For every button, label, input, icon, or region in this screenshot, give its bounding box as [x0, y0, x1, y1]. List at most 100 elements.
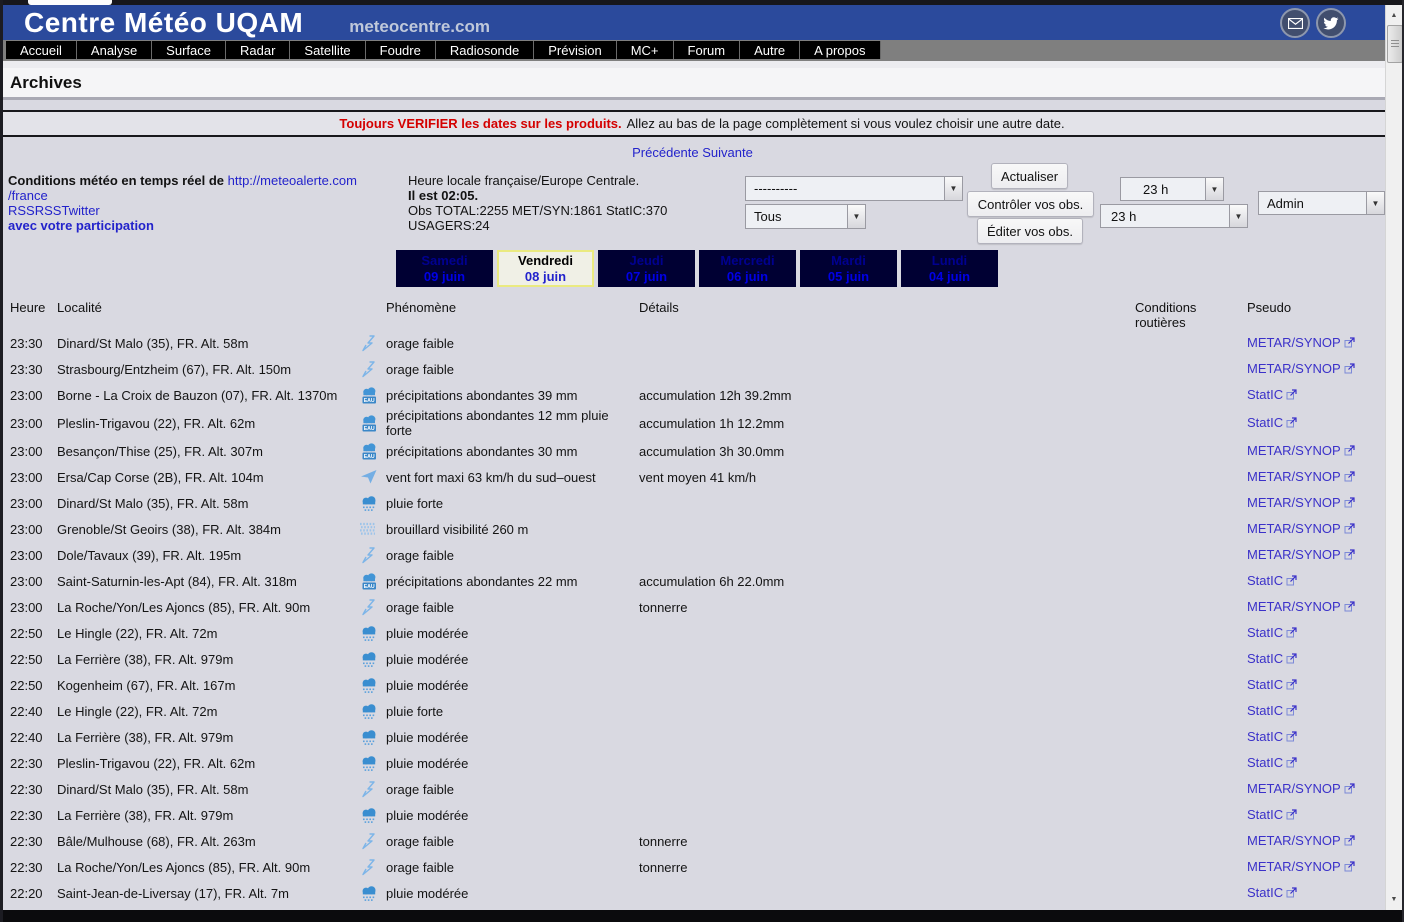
filter-select-empty[interactable]: ---------- ▼: [745, 176, 963, 201]
meteoalerte-link[interactable]: http://meteoalerte.com: [228, 173, 357, 188]
tab-date-label: 09 juin: [424, 269, 465, 285]
nav-tab-foudre[interactable]: Foudre: [366, 41, 436, 59]
pseudo-link[interactable]: METAR/SYNOP: [1247, 443, 1341, 458]
nav-tab-autre[interactable]: Autre: [740, 41, 800, 59]
pseudo-link[interactable]: METAR/SYNOP: [1247, 859, 1341, 874]
email-icon[interactable]: [1280, 8, 1310, 38]
obs-pseudo: StatIC: [1247, 807, 1385, 823]
nav-tab-radiosonde[interactable]: Radiosonde: [436, 41, 534, 59]
pseudo-link[interactable]: StatIC: [1247, 387, 1283, 402]
svg-text:EAU: EAU: [364, 454, 375, 460]
link-twitter[interactable]: Twitter: [61, 203, 99, 218]
pseudo-link[interactable]: StatIC: [1247, 703, 1283, 718]
twitter-icon[interactable]: [1316, 8, 1346, 38]
wind-icon: [360, 469, 386, 485]
edit-obs-button[interactable]: Éditer vos obs.: [977, 218, 1083, 244]
pseudo-link[interactable]: StatIC: [1247, 755, 1283, 770]
hour-select-1[interactable]: 23 h ▼: [1120, 177, 1224, 201]
next-link[interactable]: Suivante: [702, 145, 753, 160]
pseudo-link[interactable]: METAR/SYNOP: [1247, 469, 1341, 484]
chevron-down-icon[interactable]: ▼: [847, 205, 865, 228]
scrollbar-up-arrow-icon[interactable]: ▲: [1386, 7, 1402, 24]
pseudo-link[interactable]: METAR/SYNOP: [1247, 335, 1341, 350]
header-phenomene: Phénomène: [386, 300, 639, 315]
obs-pseudo: StatIC: [1247, 677, 1385, 693]
chevron-down-icon[interactable]: ▼: [944, 177, 962, 200]
table-row: 22:30 Bâle/Mulhouse (68), FR. Alt. 263m …: [0, 828, 1385, 854]
nav-tab-a-propos[interactable]: A propos: [800, 41, 880, 59]
obs-pseudo: StatIC: [1247, 885, 1385, 901]
nav-tab-surface[interactable]: Surface: [152, 41, 226, 59]
chevron-down-icon[interactable]: ▼: [1366, 192, 1384, 214]
pseudo-link[interactable]: METAR/SYNOP: [1247, 833, 1341, 848]
date-tab-04-juin[interactable]: Lundi 04 juin: [901, 250, 998, 287]
pseudo-link[interactable]: StatIC: [1247, 625, 1283, 640]
rain-icon: [360, 755, 386, 772]
link-rss[interactable]: RSS: [35, 203, 62, 218]
pseudo-link[interactable]: StatIC: [1247, 651, 1283, 666]
obs-phenomenon: pluie modérée: [386, 886, 639, 901]
obs-locality: La Ferrière (38), FR. Alt. 979m: [57, 652, 360, 667]
header-localite: Localité: [57, 300, 360, 315]
date-tab-09-juin[interactable]: Samedi 09 juin: [396, 250, 493, 287]
nav-tab-accueil[interactable]: Accueil: [6, 41, 77, 59]
obs-locality: Dole/Tavaux (39), FR. Alt. 195m: [57, 548, 360, 563]
obs-pseudo: METAR/SYNOP: [1247, 547, 1385, 563]
pseudo-link[interactable]: StatIC: [1247, 677, 1283, 692]
pseudo-link[interactable]: METAR/SYNOP: [1247, 547, 1341, 562]
browser-chrome-strip: [0, 0, 1404, 5]
tab-date-label: 05 juin: [828, 269, 869, 285]
tab-day-label: Mercredi: [720, 253, 774, 269]
hour-select-2[interactable]: 23 h ▼: [1100, 204, 1248, 228]
pseudo-link[interactable]: StatIC: [1247, 415, 1283, 430]
external-link-icon: [1344, 782, 1355, 797]
scrollbar-down-arrow-icon[interactable]: ▼: [1386, 891, 1402, 908]
spacer: [0, 61, 1404, 68]
external-link-icon: [1344, 834, 1355, 849]
check-obs-button[interactable]: Contrôler vos obs.: [967, 191, 1094, 217]
date-tab-07-juin[interactable]: Jeudi 07 juin: [598, 250, 695, 287]
nav-tab-satellite[interactable]: Satellite: [290, 41, 365, 59]
obs-phenomenon: orage faible: [386, 336, 639, 351]
table-header-row: Heure Localité Phénomène Détails Conditi…: [0, 296, 1385, 330]
nav-tab-radar[interactable]: Radar: [226, 41, 290, 59]
external-link-icon: [1344, 860, 1355, 875]
svg-text:EAU: EAU: [364, 398, 375, 404]
filter-select-tous[interactable]: Tous ▼: [745, 204, 866, 229]
pseudo-link[interactable]: METAR/SYNOP: [1247, 495, 1341, 510]
refresh-button[interactable]: Actualiser: [991, 163, 1068, 189]
admin-select[interactable]: Admin ▼: [1258, 191, 1385, 215]
pseudo-link[interactable]: StatIC: [1247, 885, 1283, 900]
table-row: 22:30 Pleslin-Trigavou (22), FR. Alt. 62…: [0, 750, 1385, 776]
users-count-text: USAGERS:24: [408, 218, 490, 233]
participation-text: avec votre participation: [8, 218, 154, 233]
pseudo-link[interactable]: StatIC: [1247, 729, 1283, 744]
obs-time: 23:00: [10, 416, 57, 431]
pseudo-link[interactable]: StatIC: [1247, 573, 1283, 588]
scrollbar-thumb[interactable]: [1387, 25, 1403, 63]
pseudo-link[interactable]: METAR/SYNOP: [1247, 521, 1341, 536]
link-rss[interactable]: RSS: [8, 203, 35, 218]
table-row: 23:30 Strasbourg/Entzheim (67), FR. Alt.…: [0, 356, 1385, 382]
previous-link[interactable]: Précédente: [632, 145, 699, 160]
date-tab-08-juin[interactable]: Vendredi 08 juin: [497, 250, 594, 287]
nav-tab-pr-vision[interactable]: Prévision: [534, 41, 616, 59]
nav-tab-analyse[interactable]: Analyse: [77, 41, 152, 59]
meteoalerte-link-path[interactable]: /france: [8, 188, 48, 203]
date-tab-05-juin[interactable]: Mardi 05 juin: [800, 250, 897, 287]
external-link-icon: [1286, 808, 1297, 823]
table-row: 23:00 Dinard/St Malo (35), FR. Alt. 58m …: [0, 490, 1385, 516]
date-tab-06-juin[interactable]: Mercredi 06 juin: [699, 250, 796, 287]
lightning-icon: [360, 781, 386, 798]
scrollbar[interactable]: ▲ ▼: [1385, 5, 1402, 910]
obs-pseudo: METAR/SYNOP: [1247, 443, 1385, 459]
pseudo-link[interactable]: METAR/SYNOP: [1247, 781, 1341, 796]
pseudo-link[interactable]: METAR/SYNOP: [1247, 361, 1341, 376]
obs-time: 23:00: [10, 496, 57, 511]
nav-tab-forum[interactable]: Forum: [674, 41, 741, 59]
chevron-down-icon[interactable]: ▼: [1205, 178, 1223, 200]
chevron-down-icon[interactable]: ▼: [1229, 205, 1247, 227]
nav-tab-mc-[interactable]: MC+: [617, 41, 674, 59]
pseudo-link[interactable]: StatIC: [1247, 807, 1283, 822]
pseudo-link[interactable]: METAR/SYNOP: [1247, 599, 1341, 614]
